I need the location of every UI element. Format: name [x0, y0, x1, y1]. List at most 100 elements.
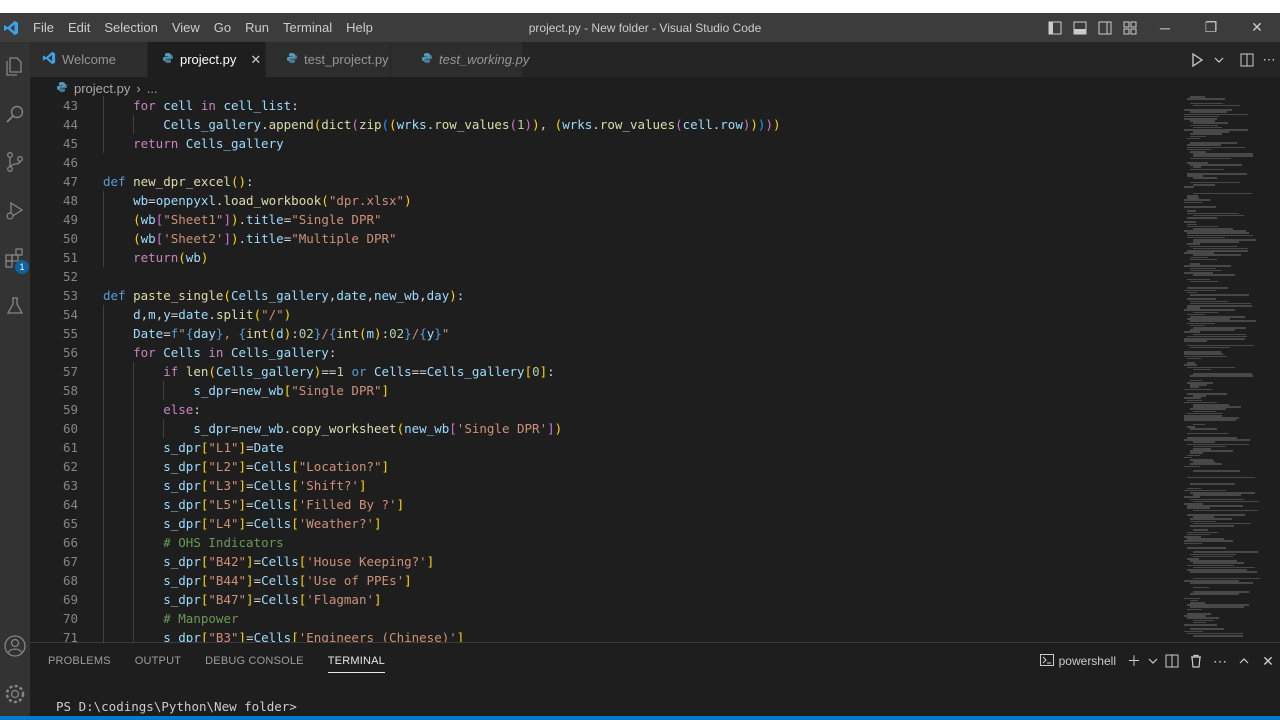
tab-label: Welcome — [62, 52, 116, 67]
panel-tab-terminal[interactable]: TERMINAL — [327, 643, 386, 679]
toggle-panel-icon[interactable] — [1067, 13, 1092, 42]
panel-tab-problems[interactable]: PROBLEMS — [48, 643, 111, 679]
menu-terminal[interactable]: Terminal — [276, 13, 339, 42]
run-debug-icon[interactable] — [0, 186, 30, 234]
panel-tabs: PROBLEMS OUTPUT DEBUG CONSOLE TERMINAL — [30, 643, 409, 679]
testing-icon[interactable] — [0, 282, 30, 330]
indent-guide — [133, 476, 135, 495]
breadcrumb-file[interactable]: project.py — [74, 81, 130, 96]
minimap-line — [1193, 586, 1210, 589]
code-line: 51 return(wb) — [30, 248, 1180, 267]
minimap-line — [1190, 525, 1234, 527]
code-text: (wb["Sheet1"]).title="Single DPR" — [133, 212, 382, 227]
explorer-icon[interactable] — [0, 42, 30, 90]
code-text: s_dpr["B44"]=Cells['Use of PPEs'] — [163, 573, 412, 588]
indent-guide — [103, 400, 104, 419]
code-text: wb=openpyxl.load_workbook("dpr.xlsx") — [133, 193, 412, 208]
indent-guide — [133, 552, 135, 571]
close-window-button[interactable]: ✕ — [1234, 13, 1280, 42]
kill-terminal-trash-icon[interactable] — [1184, 643, 1208, 679]
indent-guide — [133, 571, 135, 590]
indent-guide — [103, 419, 104, 438]
terminal-prompt[interactable]: PS D:\codings\Python\New folder> — [56, 699, 297, 714]
source-control-icon[interactable] — [0, 138, 30, 186]
panel-tab-debug-console[interactable]: DEBUG CONSOLE — [205, 643, 304, 679]
code-text: else: — [163, 402, 201, 417]
terminal-dropdown-chevron-icon[interactable] — [1146, 643, 1160, 679]
code-line: 55 Date=f"{day}, {int(d):02}/{int(m):02}/… — [30, 324, 1180, 343]
run-dropdown-chevron-icon[interactable] — [1208, 42, 1230, 77]
close-panel-icon[interactable]: ✕ — [1256, 643, 1280, 679]
code-text: (wb['Sheet2']).title="Multiple DPR" — [133, 231, 397, 246]
code-line: 48 wb=openpyxl.load_workbook("dpr.xlsx") — [30, 191, 1180, 210]
panel-tab-output[interactable]: OUTPUT — [135, 643, 181, 679]
new-terminal-plus-icon[interactable]: ＋ — [1122, 643, 1146, 679]
code-line: 70 # Manpower — [30, 609, 1180, 628]
minimap-line — [1184, 340, 1207, 342]
restore-button[interactable]: ❐ — [1188, 13, 1234, 42]
minimap-line — [1187, 547, 1226, 549]
menu-run[interactable]: Run — [238, 13, 276, 42]
toggle-secondary-sidebar-icon[interactable] — [1092, 13, 1117, 42]
minimap-line — [1184, 186, 1195, 188]
indent-guide — [103, 324, 104, 343]
menu-view[interactable]: View — [165, 13, 207, 42]
line-number: 69 — [62, 592, 78, 607]
toggle-primary-sidebar-icon[interactable] — [1042, 13, 1067, 42]
menu-edit[interactable]: Edit — [61, 13, 97, 42]
maximize-panel-chevron-up-icon[interactable] — [1232, 643, 1256, 679]
minimap-line — [1187, 137, 1201, 140]
indent-guide — [103, 571, 104, 590]
indent-guide — [103, 438, 104, 457]
minimap-line — [1184, 542, 1202, 545]
code-text: s_dpr["L5"]=Cells['Filled By ?'] — [163, 497, 405, 512]
code-line: 45 return Cells_gallery — [30, 134, 1180, 153]
menu-help[interactable]: Help — [339, 13, 380, 42]
customize-layout-icon[interactable] — [1117, 13, 1142, 42]
minimap-line — [1193, 470, 1241, 472]
code-text: s_dpr["L2"]=Cells["Location?"] — [163, 459, 390, 474]
minimize-button[interactable]: ─ — [1142, 13, 1188, 42]
extensions-icon[interactable]: 1 — [0, 234, 30, 282]
panel-more-actions-icon[interactable]: ⋯ — [1208, 643, 1232, 679]
search-icon[interactable] — [0, 90, 30, 138]
terminal-shell-selector[interactable]: powershell — [1039, 653, 1116, 669]
tab-welcome[interactable]: Welcome — [30, 42, 148, 77]
line-number: 46 — [62, 155, 78, 170]
minimap-line — [1190, 375, 1253, 377]
menu-selection[interactable]: Selection — [97, 13, 164, 42]
tab-project-py[interactable]: project.py ✕ — [148, 42, 266, 77]
menu-go[interactable]: Go — [207, 13, 238, 42]
code-text: Date=f"{day}, {int(d):02}/{int(m):02}/{y… — [133, 326, 450, 341]
split-editor-icon[interactable] — [1236, 42, 1258, 77]
line-number: 45 — [62, 136, 78, 151]
run-python-file-icon[interactable] — [1186, 42, 1208, 77]
minimap-line — [1193, 368, 1212, 371]
indent-guide — [103, 362, 104, 381]
more-actions-icon[interactable]: ⋯ — [1258, 42, 1280, 77]
extensions-badge: 1 — [15, 260, 29, 274]
menu-file[interactable]: File — [26, 13, 61, 42]
code-line: 65 s_dpr["L4"]=Cells['Weather?'] — [30, 514, 1180, 533]
code-text: if len(Cells_gallery)==1 or Cells==Cells… — [163, 364, 555, 379]
minimap-line — [1190, 483, 1235, 485]
line-number: 55 — [62, 326, 78, 341]
tab-test-working-py[interactable]: test_working.py — [391, 42, 529, 77]
manage-gear-icon[interactable] — [0, 670, 30, 718]
code-editor[interactable]: 43 for cell in cell_list: 44 Cells_gallery.… — [30, 96, 1180, 642]
python-icon — [56, 81, 68, 96]
line-number: 70 — [62, 611, 78, 626]
account-icon[interactable] — [0, 622, 30, 670]
line-number: 63 — [62, 478, 78, 493]
minimap-line — [1187, 357, 1201, 360]
code-line: 62 s_dpr["L2"]=Cells["Location?"] — [30, 457, 1180, 476]
breadcrumb-symbol[interactable]: ... — [147, 81, 158, 96]
code-line: 71 s_dpr["B3"]=Cells['Engineers (Chinese)… — [30, 628, 1180, 642]
code-text: s_dpr["L1"]=Date — [163, 440, 284, 455]
indent-guide — [133, 495, 135, 514]
minimap[interactable] — [1180, 96, 1280, 642]
close-tab-icon[interactable]: ✕ — [250, 52, 261, 68]
split-terminal-icon[interactable] — [1160, 643, 1184, 679]
indent-guide — [103, 552, 104, 571]
tab-test-project-py[interactable]: test_project.py — [266, 42, 391, 77]
